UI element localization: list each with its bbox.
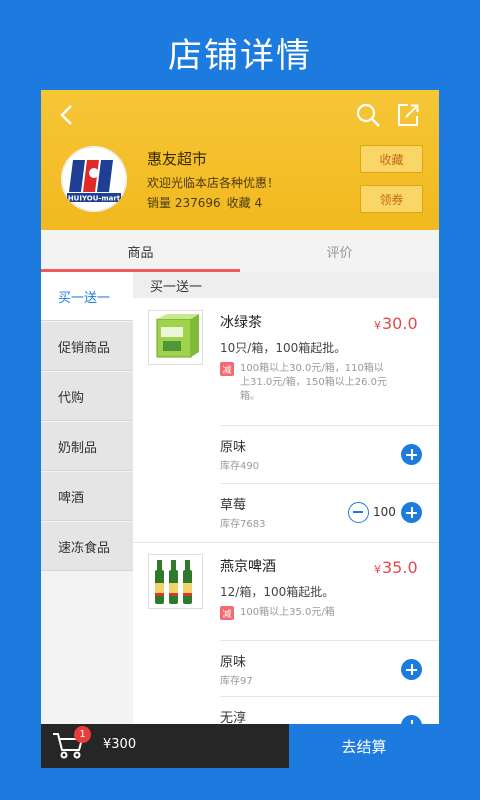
add-button[interactable] bbox=[401, 659, 422, 680]
search-icon[interactable] bbox=[355, 102, 381, 128]
tab-bar: 商品 评价 bbox=[41, 230, 439, 272]
price-symbol: ¥ bbox=[374, 563, 381, 576]
variant-name: 原味 bbox=[220, 655, 247, 670]
quantity-value: 100 bbox=[373, 505, 396, 519]
product-name: 冰绿茶 bbox=[220, 315, 262, 331]
variant-name: 原味 bbox=[220, 440, 247, 455]
add-button[interactable] bbox=[401, 444, 422, 465]
variant-stock: 库存97 bbox=[220, 676, 253, 687]
cart-badge: 1 bbox=[74, 726, 91, 743]
sidebar-item-bogo[interactable]: 买一送一 bbox=[41, 272, 133, 321]
cart-bar: 1 ¥300 去结算 bbox=[41, 724, 439, 768]
tab-products[interactable]: 商品 bbox=[41, 230, 240, 272]
divider bbox=[220, 696, 439, 697]
product-price: ¥30.0 bbox=[374, 314, 418, 333]
cart-total: ¥300 bbox=[103, 737, 137, 752]
variant-name: 无淳 bbox=[220, 711, 247, 724]
price-symbol: ¥ bbox=[374, 319, 381, 332]
product-spec: 10只/箱，100箱起批。 bbox=[220, 341, 347, 355]
discount-tag: 减 bbox=[220, 362, 234, 376]
product-list: 买一送一 冰绿茶 ¥30.0 10只/箱，100箱起批。 减 100箱以上30.… bbox=[133, 272, 439, 724]
variant-stock: 库存7683 bbox=[220, 519, 266, 530]
discount-tag: 减 bbox=[220, 606, 234, 620]
sidebar-item-frozen[interactable]: 速冻食品 bbox=[41, 522, 133, 571]
divider bbox=[220, 640, 439, 641]
add-button[interactable] bbox=[401, 502, 422, 523]
decrease-button[interactable] bbox=[348, 502, 369, 523]
discount-rules: 100箱以上30.0元/箱，110箱以 上31.0元/箱，150箱以上26.0元… bbox=[240, 362, 387, 404]
sidebar-item-proxy[interactable]: 代购 bbox=[41, 372, 133, 421]
divider bbox=[133, 542, 439, 543]
share-icon[interactable] bbox=[395, 102, 421, 128]
divider bbox=[220, 425, 439, 426]
back-icon[interactable] bbox=[55, 102, 81, 128]
tab-reviews[interactable]: 评价 bbox=[240, 230, 439, 272]
shop-welcome: 欢迎光临本店各种优惠！ bbox=[147, 176, 280, 190]
price-value: 35.0 bbox=[382, 558, 418, 577]
shop-stats: 销量 237696 收藏 4 bbox=[147, 194, 268, 211]
variant-name: 草莓 bbox=[220, 498, 247, 513]
product-spec: 12/箱，100箱起批。 bbox=[220, 585, 335, 599]
shop-logo: HUIYOU-mart bbox=[61, 146, 127, 212]
logo-text: HUIYOU-mart bbox=[68, 195, 121, 203]
sales-count: 销量 237696 bbox=[147, 196, 221, 210]
discount-line: 上31.0元/箱，150箱以上26.0元 bbox=[240, 377, 387, 388]
page-title: 店铺详情 bbox=[168, 36, 312, 76]
discount-rules: 100箱以上35.0元/箱 bbox=[240, 606, 335, 620]
shop-name: 惠友超市 bbox=[147, 150, 208, 168]
variant-stock: 库存490 bbox=[220, 461, 260, 472]
sidebar-item-dairy[interactable]: 奶制品 bbox=[41, 422, 133, 471]
divider bbox=[220, 483, 439, 484]
category-sidebar: 买一送一 促销商品 代购 奶制品 啤酒 速冻食品 bbox=[41, 272, 133, 724]
favorite-count: 收藏 4 bbox=[226, 196, 263, 210]
shop-header: HUIYOU-mart 惠友超市 欢迎光临本店各种优惠！ 销量 237696 收藏… bbox=[41, 90, 439, 230]
discount-line: 100箱以上30.0元/箱，110箱以 bbox=[240, 363, 384, 374]
price-value: 30.0 bbox=[382, 314, 418, 333]
add-button[interactable] bbox=[401, 715, 422, 724]
product-name: 燕京啤酒 bbox=[220, 559, 276, 575]
coupon-button[interactable]: 领券 bbox=[360, 185, 423, 213]
checkout-button[interactable]: 去结算 bbox=[289, 724, 439, 768]
sidebar-item-beer[interactable]: 啤酒 bbox=[41, 472, 133, 521]
product-price: ¥35.0 bbox=[374, 558, 418, 577]
app-screen: HUIYOU-mart 惠友超市 欢迎光临本店各种优惠！ 销量 237696 收藏… bbox=[41, 90, 439, 768]
discount-line: 箱。 bbox=[240, 391, 260, 402]
product-image-green-tea[interactable] bbox=[148, 310, 203, 365]
product-image-beer[interactable] bbox=[148, 554, 203, 609]
discount-line: 100箱以上35.0元/箱 bbox=[240, 607, 335, 618]
favorite-button[interactable]: 收藏 bbox=[360, 145, 423, 173]
sidebar-item-promo[interactable]: 促销商品 bbox=[41, 322, 133, 371]
cart-summary[interactable]: 1 ¥300 bbox=[41, 724, 289, 768]
section-title: 买一送一 bbox=[133, 272, 439, 298]
